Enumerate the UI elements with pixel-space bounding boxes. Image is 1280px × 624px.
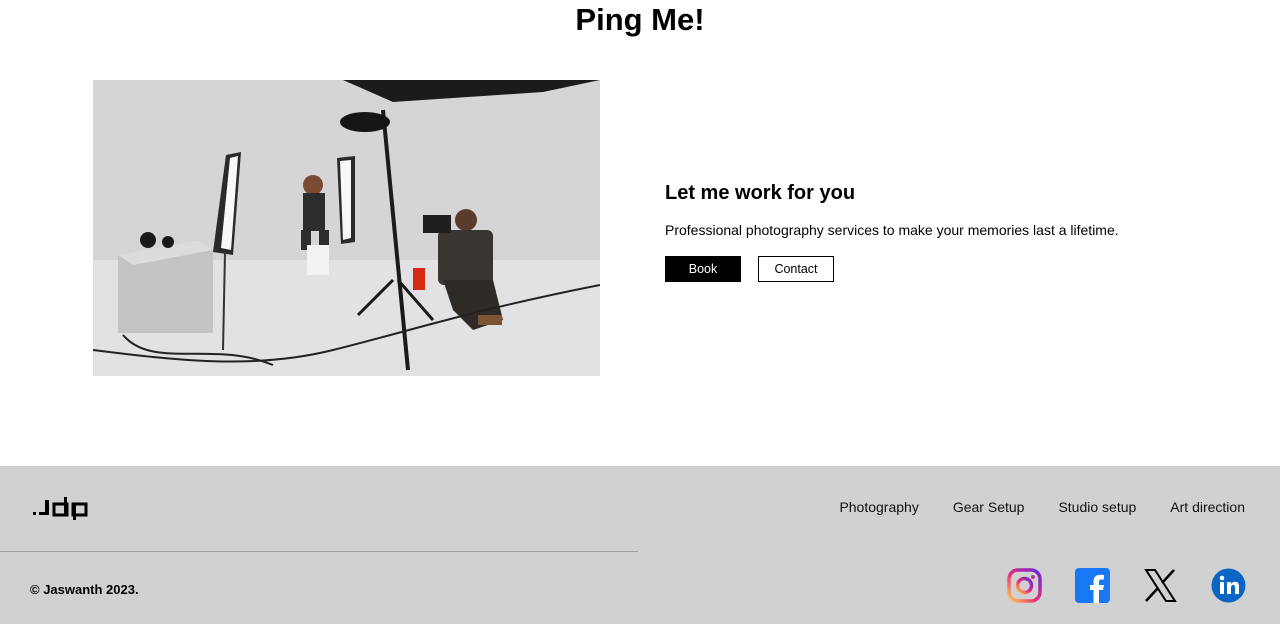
footer-nav: Photography Gear Setup Studio setup Art … (839, 499, 1245, 515)
hero-heading: Let me work for you (665, 182, 856, 204)
linkedin-icon[interactable] (1211, 568, 1246, 603)
instagram-icon[interactable] (1007, 568, 1042, 603)
logo[interactable] (33, 494, 97, 529)
nav-studio-setup[interactable]: Studio setup (1058, 499, 1136, 515)
nav-photography[interactable]: Photography (839, 499, 918, 515)
social-links (1007, 568, 1246, 603)
footer: Photography Gear Setup Studio setup Art … (0, 466, 1280, 624)
x-icon[interactable] (1143, 568, 1178, 603)
jdp-logo-icon (33, 497, 88, 520)
nav-gear-setup[interactable]: Gear Setup (953, 499, 1025, 515)
facebook-icon[interactable] (1075, 568, 1110, 603)
hero-description: Professional photography services to mak… (665, 222, 1119, 238)
page-title: Ping Me! (575, 2, 705, 37)
contact-button[interactable]: Contact (758, 256, 834, 282)
book-button[interactable]: Book (665, 256, 741, 282)
nav-art-direction[interactable]: Art direction (1170, 499, 1245, 515)
hero-image (93, 80, 600, 376)
footer-divider (0, 551, 638, 552)
copyright: © Jaswanth 2023. (30, 582, 139, 597)
